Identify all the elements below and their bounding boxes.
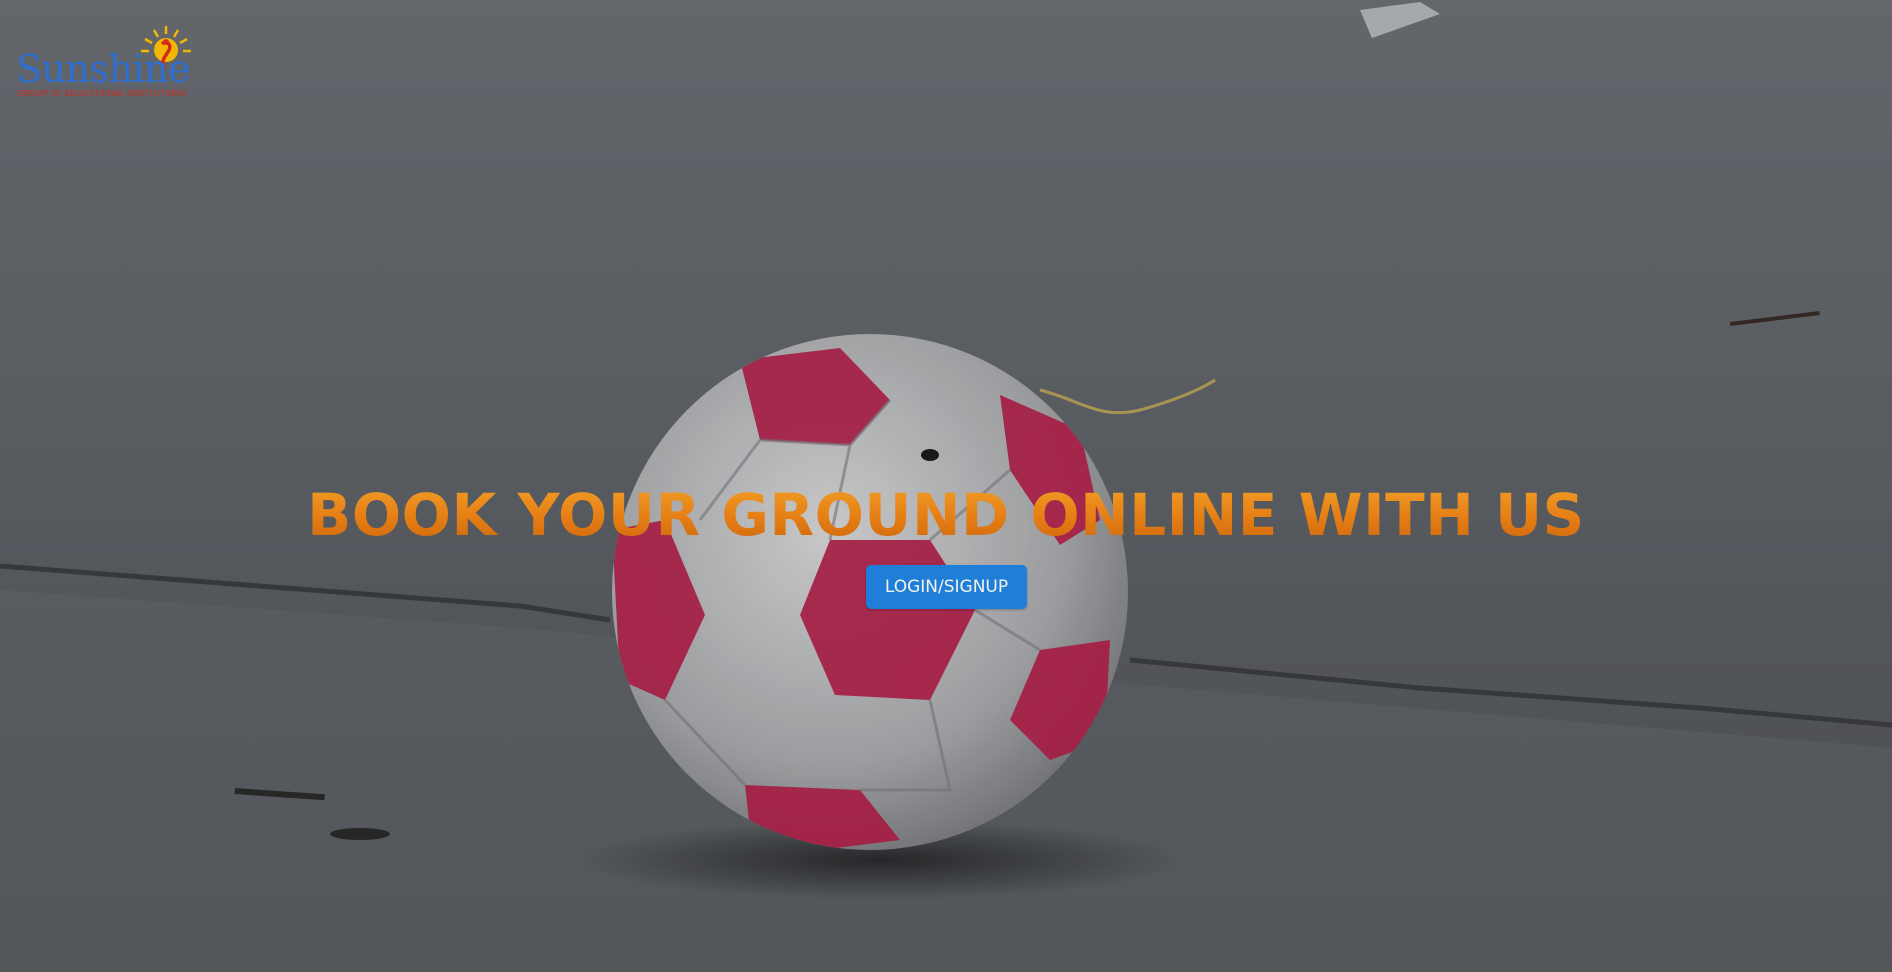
hero-heading: BOOK YOUR GROUND ONLINE WITH US — [0, 478, 1892, 552]
brand-logo[interactable]: Sunshine GROUP OF EDUCATIONAL INSTITUTIO… — [14, 22, 204, 102]
brand-tagline: GROUP OF EDUCATIONAL INSTITUTIONS — [17, 88, 187, 98]
brand-wordmark: Sunshine — [16, 47, 191, 91]
login-signup-button[interactable]: LOGIN/SIGNUP — [866, 565, 1027, 609]
landing-page: Sunshine GROUP OF EDUCATIONAL INSTITUTIO… — [0, 0, 1892, 972]
